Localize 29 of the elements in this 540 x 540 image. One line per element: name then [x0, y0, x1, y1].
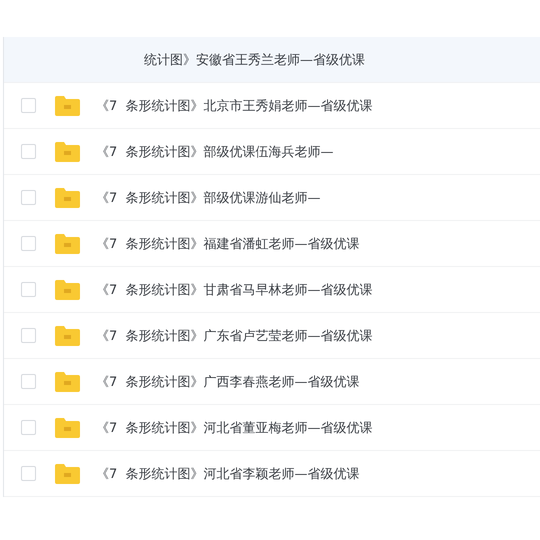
folder-icon: [54, 186, 81, 208]
checkbox[interactable]: [21, 190, 36, 205]
folder-icon: [54, 462, 81, 484]
file-row[interactable]: 统计图》安徽省王秀兰老师—省级优课: [4, 37, 540, 83]
checkbox[interactable]: [21, 98, 36, 113]
file-name: 《7 条形统计图》河北省李颖老师—省级优课: [96, 466, 360, 482]
file-name: 《7 条形统计图》甘肃省马早林老师—省级优课: [96, 282, 373, 298]
file-name: 《7 条形统计图》部级优课伍海兵老师—: [96, 144, 334, 160]
folder-icon: [54, 232, 81, 254]
folder-icon: [54, 324, 81, 346]
folder-icon: [54, 416, 81, 438]
file-name: 《7 条形统计图》广西李春燕老师—省级优课: [96, 374, 360, 390]
checkbox[interactable]: [21, 466, 36, 481]
file-name: 统计图》安徽省王秀兰老师—省级优课: [144, 52, 365, 68]
checkbox[interactable]: [21, 374, 36, 389]
file-name: 《7 条形统计图》北京市王秀娟老师—省级优课: [96, 98, 373, 114]
folder-icon: [54, 278, 81, 300]
file-name: 《7 条形统计图》部级优课游仙老师—: [96, 190, 321, 206]
checkbox[interactable]: [21, 236, 36, 251]
checkbox[interactable]: [21, 328, 36, 343]
folder-icon: [54, 94, 81, 116]
folder-icon: [54, 370, 81, 392]
checkbox[interactable]: [21, 420, 36, 435]
file-name: 《7 条形统计图》广东省卢艺莹老师—省级优课: [96, 328, 373, 344]
file-name: 《7 条形统计图》福建省潘虹老师—省级优课: [96, 236, 360, 252]
checkbox[interactable]: [21, 282, 36, 297]
file-name: 《7 条形统计图》河北省董亚梅老师—省级优课: [96, 420, 373, 436]
folder-icon: [54, 140, 81, 162]
checkbox[interactable]: [21, 144, 36, 159]
